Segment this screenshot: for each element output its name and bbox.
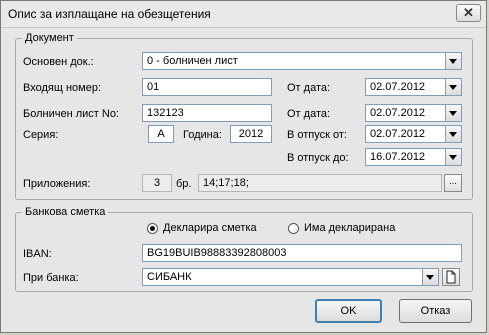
iban-input[interactable]: BG19BUIB98883392808003	[142, 244, 462, 262]
sick-leave-label: Болничен лист No:	[23, 108, 119, 120]
series-label: Серия:	[23, 129, 59, 141]
leave-from-value: 02.07.2012	[370, 128, 426, 140]
incoming-no-label: Входящ номер:	[23, 82, 101, 94]
new-bank-button[interactable]	[442, 268, 460, 286]
year-label: Година:	[183, 129, 222, 141]
close-button[interactable]: ✕	[456, 4, 481, 22]
leave-to-value: 16.07.2012	[370, 151, 426, 163]
radio-has-declared[interactable]	[288, 223, 299, 234]
window-title: Опис за изплащане на обезщетения	[8, 7, 211, 21]
incoming-no-input[interactable]: 01	[142, 78, 272, 96]
from-date-label-2: От дата:	[287, 108, 331, 120]
document-group-legend: Документ	[22, 32, 77, 44]
basic-doc-label: Основен док.:	[23, 56, 94, 68]
bank-group-legend: Банкова сметка	[22, 206, 109, 218]
ok-button[interactable]: OK	[315, 299, 382, 323]
from-date-value-1: 02.07.2012	[370, 81, 426, 93]
year-input[interactable]: 2012	[230, 125, 272, 143]
basic-doc-value: 0 - болничен лист	[147, 55, 238, 67]
attachments-browse-button[interactable]: ...	[444, 174, 462, 192]
chevron-down-icon[interactable]	[445, 79, 461, 95]
basic-doc-select[interactable]: 0 - болничен лист	[142, 52, 462, 70]
attachments-unit: бр.	[176, 178, 192, 190]
sick-leave-input[interactable]: 132123	[142, 104, 272, 122]
close-icon: ✕	[463, 5, 474, 20]
leave-to-label: В отпуск до:	[287, 152, 349, 164]
radio-declares-label[interactable]: Декларира сметка	[163, 222, 257, 234]
series-input[interactable]: А	[148, 125, 174, 143]
radio-declares-account[interactable]	[147, 223, 158, 234]
attachments-label: Приложения:	[23, 178, 91, 190]
title-bar: Опис за изплащане на обезщетения ✕	[1, 1, 486, 28]
ellipsis-icon: ...	[449, 176, 457, 186]
chevron-down-icon[interactable]	[445, 126, 461, 142]
leave-from-label: В отпуск от:	[287, 129, 347, 141]
chevron-down-icon[interactable]	[422, 269, 438, 285]
chevron-down-icon[interactable]	[445, 53, 461, 69]
attachments-count: 3	[142, 174, 172, 192]
dialog-window: Опис за изплащане на обезщетения ✕ Докум…	[0, 0, 487, 333]
document-icon	[446, 270, 456, 284]
bank-label: При банка:	[23, 272, 79, 284]
leave-to-picker[interactable]: 16.07.2012	[365, 148, 462, 166]
bank-value: СИБАНК	[147, 271, 192, 283]
from-date-picker-2[interactable]: 02.07.2012	[365, 104, 462, 122]
leave-from-picker[interactable]: 02.07.2012	[365, 125, 462, 143]
bank-select[interactable]: СИБАНК	[142, 268, 439, 286]
chevron-down-icon[interactable]	[445, 149, 461, 165]
radio-declared-label[interactable]: Има декларирана	[304, 222, 395, 234]
from-date-picker-1[interactable]: 02.07.2012	[365, 78, 462, 96]
attachments-list: 14;17;18;	[198, 174, 442, 192]
chevron-down-icon[interactable]	[445, 105, 461, 121]
from-date-label-1: От дата:	[287, 82, 331, 94]
cancel-button[interactable]: Отказ	[399, 299, 472, 323]
from-date-value-2: 02.07.2012	[370, 107, 426, 119]
iban-label: IBAN:	[23, 248, 52, 260]
